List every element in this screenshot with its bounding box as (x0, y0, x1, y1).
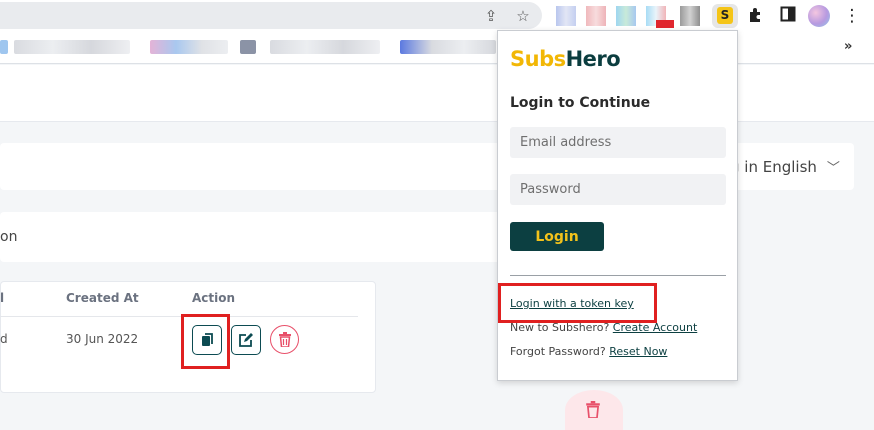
token-login-row: Login with a token key (510, 297, 634, 310)
popup-divider (510, 275, 726, 276)
password-field[interactable] (510, 174, 726, 205)
subshero-extension-icon: S (717, 7, 733, 24)
puzzle-icon[interactable] (746, 6, 766, 26)
extension-icon[interactable] (616, 6, 636, 26)
extension-icon[interactable] (586, 6, 606, 26)
edit-icon (239, 333, 253, 347)
table-header-action: Action (192, 291, 236, 305)
forgot-prompt: Forgot Password? (510, 345, 606, 358)
bookmark-item[interactable] (0, 40, 8, 54)
delete-button-secondary[interactable] (565, 390, 623, 430)
subshero-extension-button[interactable]: S (712, 4, 738, 28)
signup-row: New to Subshero? Create Account (510, 321, 697, 334)
chevron-down-icon: ﹀ (826, 161, 840, 176)
trash-icon (279, 332, 291, 347)
browser-toolbar: ⇪ ☆ S ⋮ (0, 0, 874, 32)
extension-badge (656, 20, 674, 28)
page-header (0, 65, 874, 122)
forgot-row: Forgot Password? Reset Now (510, 345, 667, 358)
bookmark-item[interactable] (14, 40, 130, 54)
table-header-partial: l (0, 291, 5, 305)
extension-icon[interactable] (556, 6, 576, 26)
subscriptions-table (0, 281, 376, 393)
table-header-created-at: Created At (66, 291, 139, 305)
subshero-popup: SubsHero Login to Continue Login Login w… (497, 30, 738, 381)
subshero-logo: SubsHero (510, 47, 621, 71)
extension-icon[interactable] (680, 6, 700, 26)
table-cell-partial: d (0, 332, 8, 346)
logo-subs: Subs (510, 47, 566, 71)
address-bar[interactable]: ⇪ ☆ (0, 2, 542, 29)
star-icon[interactable]: ☆ (514, 8, 532, 24)
table-cell-created-at: 30 Jun 2022 (66, 332, 139, 346)
filter-bar (0, 143, 548, 190)
copy-icon (202, 333, 213, 346)
token-login-link[interactable]: Login with a token key (510, 297, 634, 310)
reset-now-link[interactable]: Reset Now (609, 345, 667, 358)
bookmark-item[interactable] (150, 40, 228, 54)
info-row-text: on (0, 229, 18, 245)
bookmarks-overflow-button[interactable]: » (844, 39, 852, 54)
language-text: g in English (730, 158, 817, 176)
signup-prompt: New to Subshero? (510, 321, 610, 334)
info-row (0, 212, 548, 262)
bookmark-item[interactable] (400, 40, 496, 54)
language-label[interactable]: g in English ﹀ (730, 157, 840, 176)
side-panel-icon[interactable] (778, 6, 798, 26)
logo-hero: Hero (565, 47, 621, 71)
profile-avatar[interactable] (808, 5, 830, 27)
email-field[interactable] (510, 127, 726, 158)
bookmark-item[interactable] (270, 40, 380, 54)
bookmark-item[interactable] (240, 40, 256, 54)
login-button[interactable]: Login (510, 222, 604, 251)
delete-button[interactable] (270, 325, 299, 354)
table-header-divider (0, 316, 358, 317)
kebab-menu-icon[interactable]: ⋮ (842, 6, 862, 26)
edit-button[interactable] (231, 325, 261, 355)
create-account-link[interactable]: Create Account (613, 321, 697, 334)
trash-icon (586, 401, 600, 418)
share-icon[interactable]: ⇪ (482, 8, 500, 24)
copy-button[interactable] (192, 325, 222, 355)
popup-title: Login to Continue (510, 95, 651, 111)
bookmarks-bar: » (0, 32, 874, 64)
